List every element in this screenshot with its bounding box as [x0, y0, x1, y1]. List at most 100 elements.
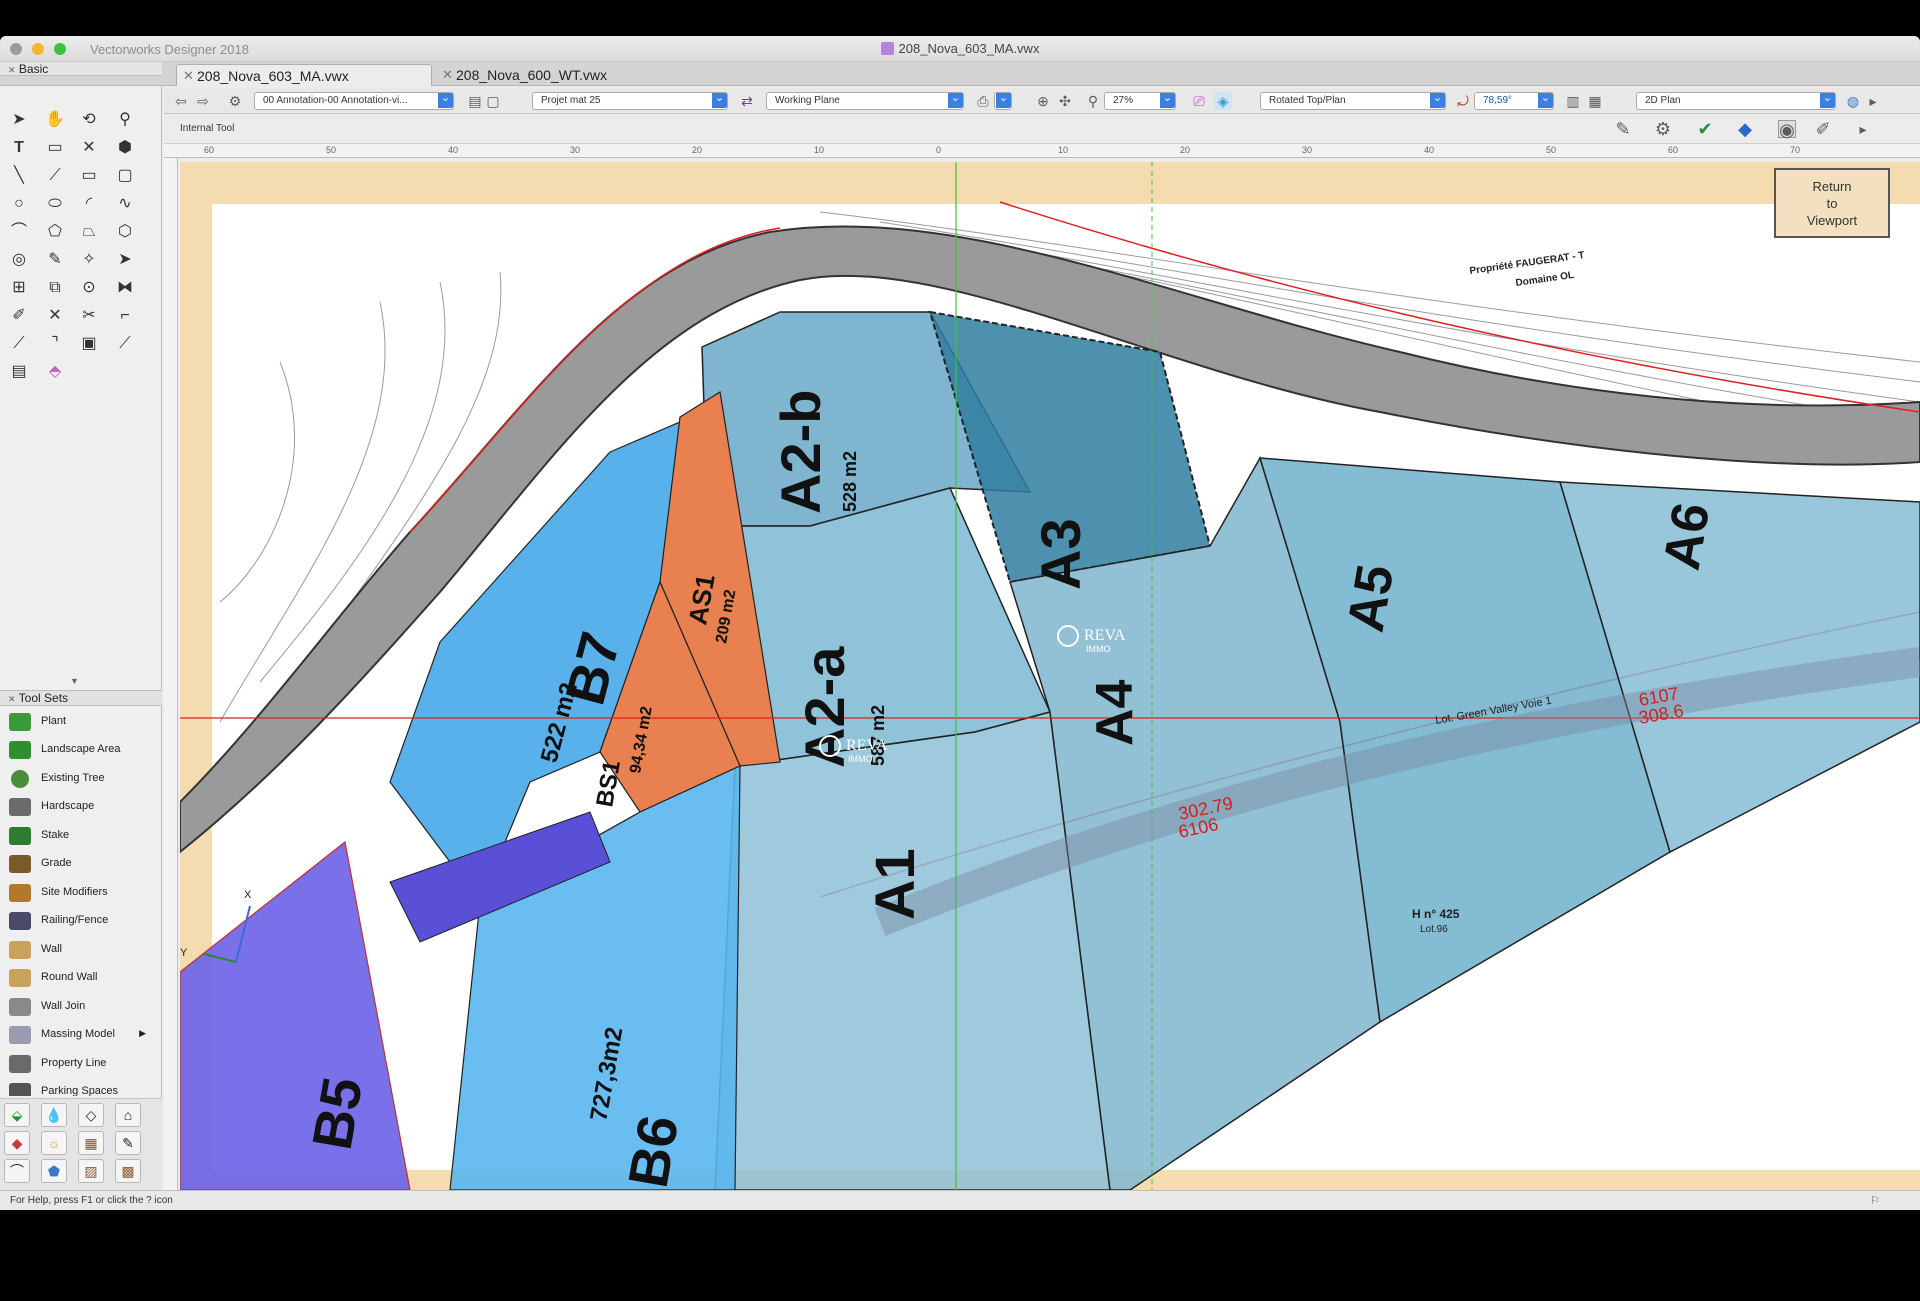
building-shell-set-icon[interactable]: ⌂ [115, 1103, 141, 1127]
standard-views-icon[interactable]: ⎙ [974, 92, 992, 110]
plane-icon[interactable]: ⇄ [738, 92, 756, 110]
drawing-canvas[interactable]: A2-b 528 m2 A3 A2-a 587 m2 A1 A4 A5 A6 B… [180, 162, 1920, 1190]
fillet-tool-icon[interactable]: ⌐ [112, 304, 138, 328]
layer-dropdown[interactable]: 00 Annotation-00 Annotation-vi... [254, 92, 454, 110]
toolset-grade[interactable]: Grade [0, 850, 160, 878]
rotate-tool-icon[interactable]: ⊙ [76, 276, 102, 300]
machine-components-set-icon[interactable]: ▩ [115, 1159, 141, 1183]
settings-gear-icon[interactable]: ⚙ [1654, 120, 1672, 138]
freehand-tool-icon[interactable]: ∿ [112, 192, 138, 216]
visualization-set-icon[interactable]: ◇ [78, 1103, 104, 1127]
class-options-icon[interactable]: ▢ [484, 92, 502, 110]
toolset-wall[interactable]: Wall [0, 936, 160, 964]
reshape-tool-icon[interactable]: ✐ [6, 304, 32, 328]
callout-tool-icon[interactable]: ▭ [42, 136, 68, 160]
fasteners-set-icon[interactable]: ⬟ [41, 1159, 67, 1183]
diamond-tool-icon[interactable]: ◆ [1736, 120, 1754, 138]
toolset-wall-join[interactable]: Wall Join [0, 993, 160, 1021]
pan-tool-icon[interactable]: ✋ [42, 108, 68, 132]
rotation-icon[interactable]: ⤾ [1454, 92, 1472, 110]
oval-tool-icon[interactable]: ⬭ [42, 192, 68, 216]
toolset-site-modifiers[interactable]: Site Modifiers [0, 879, 160, 907]
double-polygon-tool-icon[interactable]: ⏢ [76, 220, 102, 244]
palette-scroll-icon[interactable]: ▼ [70, 676, 79, 686]
toolset-parking-spaces[interactable]: Parking Spaces [0, 1078, 160, 1096]
layer-link-icon[interactable]: ⬘ [42, 360, 68, 384]
close-toolsets-icon[interactable]: ✕ [8, 694, 16, 704]
toolset-existing-tree[interactable]: Existing Tree [0, 765, 160, 793]
visibility-tool-icon[interactable]: ✧ [76, 248, 102, 272]
zoom-dropdown[interactable]: 27% [1104, 92, 1176, 110]
close-palette-icon[interactable]: ✕ [8, 65, 16, 75]
layer-options-icon[interactable]: ⚙ [226, 92, 244, 110]
locus-tool-icon[interactable]: ✕ [76, 136, 102, 160]
render-dropdown[interactable]: 2D Plan [1636, 92, 1836, 110]
toolset-hardscape[interactable]: Hardscape [0, 793, 160, 821]
zoom-icon[interactable]: ⚲ [1084, 92, 1102, 110]
3d-modeling-set-icon[interactable]: ▨ [78, 1159, 104, 1183]
split-tool-icon[interactable]: ✂ [76, 304, 102, 328]
toolset-round-wall[interactable]: Round Wall [0, 964, 160, 992]
trim-tool-icon[interactable]: ✕ [42, 304, 68, 328]
text-tool-icon[interactable]: T [6, 136, 32, 160]
double-line-tool-icon[interactable]: ⟋ [42, 164, 68, 188]
offset-tool-icon[interactable]: ⧉ [42, 276, 68, 300]
more-options-icon[interactable]: ▸ [1864, 92, 1882, 110]
forward-icon[interactable]: ⇨ [194, 92, 212, 110]
connect-combine-tool-icon[interactable]: ⌝ [42, 332, 68, 356]
move-tool-icon[interactable]: ⊞ [6, 276, 32, 300]
class-dropdown[interactable]: Projet mat 25 [532, 92, 728, 110]
working-plane-dropdown[interactable]: Working Plane [766, 92, 964, 110]
fit-to-objects-icon[interactable]: ✣ [1056, 92, 1074, 110]
toolset-massing-model[interactable]: Massing Model ▶ [0, 1021, 160, 1049]
notification-icon[interactable]: ⚐ [1870, 1194, 1880, 1207]
render-mode-icon[interactable]: ▥ [1564, 92, 1582, 110]
dimension-tool-icon[interactable]: ⟋ [112, 332, 138, 356]
arc-tool-icon[interactable]: ◜ [76, 192, 102, 216]
tab-document-2[interactable]: ✕ 208_Nova_600_WT.vwx [436, 64, 696, 86]
eyedropper-tool-icon[interactable]: ✎ [42, 248, 68, 272]
circle-tool-icon[interactable]: ○ [6, 192, 32, 216]
toolset-stake[interactable]: Stake [0, 822, 160, 850]
return-to-viewport-button[interactable]: Return to Viewport [1774, 168, 1890, 238]
toolset-property-line[interactable]: Property Line [0, 1050, 160, 1078]
line-tool-icon[interactable]: ╲ [6, 164, 32, 188]
select-similar-tool-icon[interactable]: ➤ [112, 248, 138, 272]
lighting-options-icon[interactable]: ◍ [1844, 92, 1862, 110]
flyover-tool-icon[interactable]: ⟲ [76, 108, 102, 132]
drop-set-icon[interactable]: 💧 [41, 1103, 67, 1127]
chamfer-tool-icon[interactable]: ⟋ [6, 332, 32, 356]
clip-tool-icon[interactable]: ▣ [76, 332, 102, 356]
close-tab-icon[interactable]: ✕ [442, 67, 453, 83]
layer-stack-icon[interactable]: ▤ [466, 92, 484, 110]
annotations-icon[interactable]: ✐ [1814, 120, 1832, 138]
viewport-icon[interactable]: ◉ [1778, 120, 1796, 139]
selection-tool-icon[interactable]: ➤ [6, 108, 32, 132]
view-orientation-icon[interactable]: ◈ [1214, 92, 1232, 110]
mirror-tool-icon[interactable]: ⧓ [112, 276, 138, 300]
rounded-rect-tool-icon[interactable]: ▢ [112, 164, 138, 188]
lot-a1[interactable] [714, 711, 1111, 1190]
attribute-mapping-icon[interactable]: ⬢ [112, 136, 138, 160]
polygon-tool-icon[interactable]: ⬠ [42, 220, 68, 244]
furniture-set-icon[interactable]: ◆ [4, 1131, 30, 1155]
mirror-sheet-icon[interactable]: ▤ [6, 360, 32, 384]
view-dropdown[interactable]: Rotated Top/Plan [1260, 92, 1446, 110]
toolset-railing-fence[interactable]: Railing/Fence [0, 907, 160, 935]
dims-notes-set-icon[interactable]: ✎ [115, 1131, 141, 1155]
lighting-set-icon[interactable]: ☼ [41, 1131, 67, 1155]
site-planning-set-icon[interactable]: ⬙ [4, 1103, 30, 1127]
rotation-value-field[interactable]: 78,59° [1474, 92, 1554, 110]
zoom-tool-icon[interactable]: ⚲ [112, 108, 138, 132]
check-icon[interactable]: ✔ [1696, 120, 1714, 138]
back-icon[interactable]: ⇦ [172, 92, 190, 110]
tab-document-1[interactable]: ✕ 208_Nova_603_MA.vwx [176, 64, 432, 86]
toolset-plant[interactable]: Plant [0, 708, 160, 736]
detailing-set-icon[interactable]: ⌒ [4, 1159, 30, 1183]
regular-polygon-tool-icon[interactable]: ⬡ [112, 220, 138, 244]
polyline-tool-icon[interactable]: ⌒ [6, 220, 32, 244]
objects-set-icon[interactable]: ▦ [78, 1131, 104, 1155]
snap-icon[interactable]: ✎ [1614, 120, 1632, 138]
views-dropdown[interactable] [994, 92, 1012, 110]
toolset-landscape-area[interactable]: Landscape Area [0, 736, 160, 764]
